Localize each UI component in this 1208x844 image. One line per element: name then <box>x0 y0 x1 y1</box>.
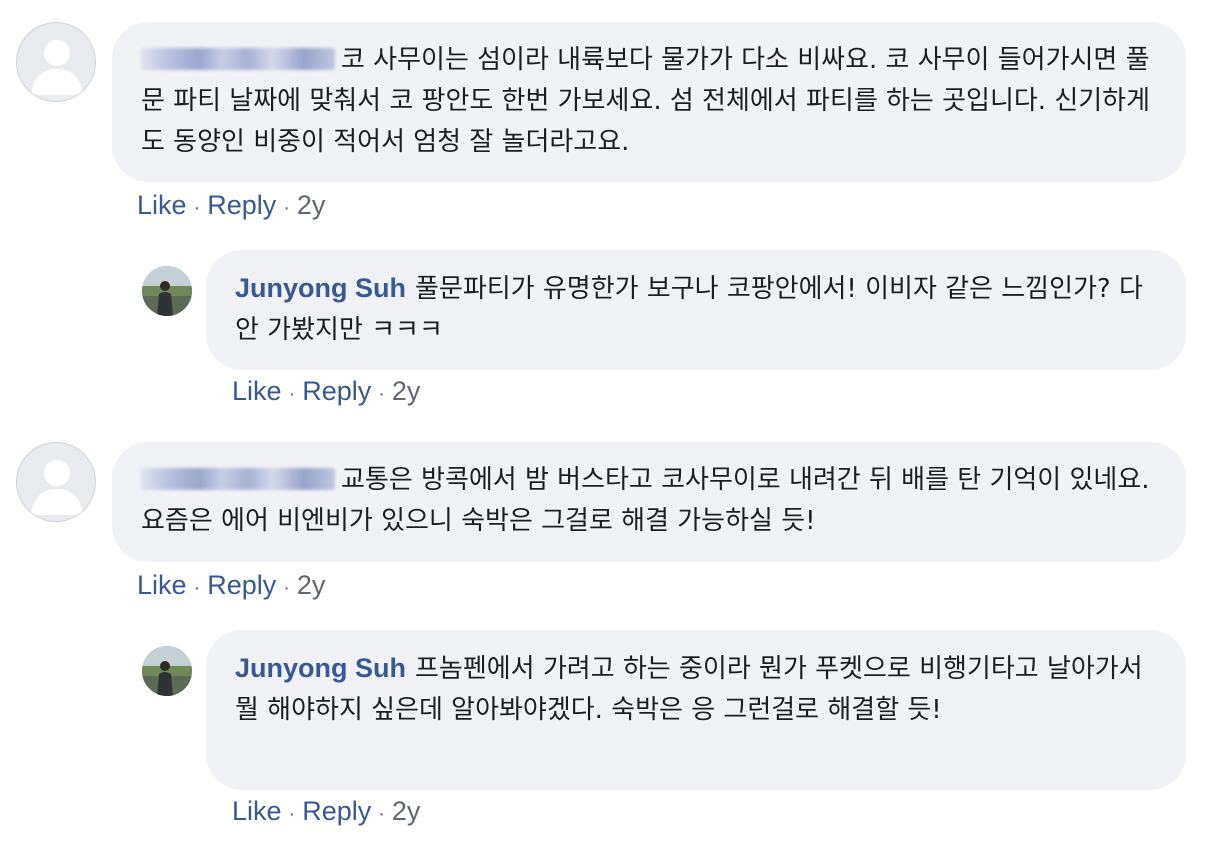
blurred-author-name[interactable] <box>141 468 335 490</box>
comment-timestamp[interactable]: 2y <box>392 796 421 826</box>
comment-timestamp[interactable]: 2y <box>392 376 421 406</box>
comment-actions: Like · Reply · 2y <box>137 570 326 600</box>
reply-button[interactable]: Reply <box>302 796 371 826</box>
comment-timestamp[interactable]: 2y <box>297 570 326 600</box>
comment-actions: Like · Reply · 2y <box>232 796 421 826</box>
blurred-author-name[interactable] <box>141 48 335 70</box>
author-name[interactable]: Junyong Suh <box>235 653 406 683</box>
profile-photo[interactable] <box>142 646 192 696</box>
default-user-icon[interactable] <box>16 22 96 102</box>
like-button[interactable]: Like <box>137 190 187 220</box>
like-button[interactable]: Like <box>137 570 187 600</box>
profile-photo[interactable] <box>142 266 192 316</box>
default-user-icon[interactable] <box>16 442 96 522</box>
comment-actions: Like · Reply · 2y <box>232 376 421 406</box>
like-button[interactable]: Like <box>232 376 282 406</box>
comment-bubble: 교통은 방콕에서 밤 버스타고 코사무이로 내려간 뒤 배를 탄 기억이 있네요… <box>112 442 1186 562</box>
reply-button[interactable]: Reply <box>207 190 276 220</box>
comment-actions: Like · Reply · 2y <box>137 190 326 220</box>
comment-bubble: Junyong Suh 풀문파티가 유명한가 보구나 코팡안에서! 이비자 같은 … <box>206 250 1186 370</box>
reply-button[interactable]: Reply <box>302 376 371 406</box>
comment-bubble: 코 사무이는 섬이라 내륙보다 물가가 다소 비싸요. 코 사무이 들어가시면 … <box>112 22 1186 182</box>
author-name[interactable]: Junyong Suh <box>235 273 406 303</box>
reply-button[interactable]: Reply <box>207 570 276 600</box>
comment-bubble: Junyong Suh 프놈펜에서 가려고 하는 중이라 뭔가 푸켓으로 비행기타… <box>206 630 1186 790</box>
comment-timestamp[interactable]: 2y <box>297 190 326 220</box>
like-button[interactable]: Like <box>232 796 282 826</box>
